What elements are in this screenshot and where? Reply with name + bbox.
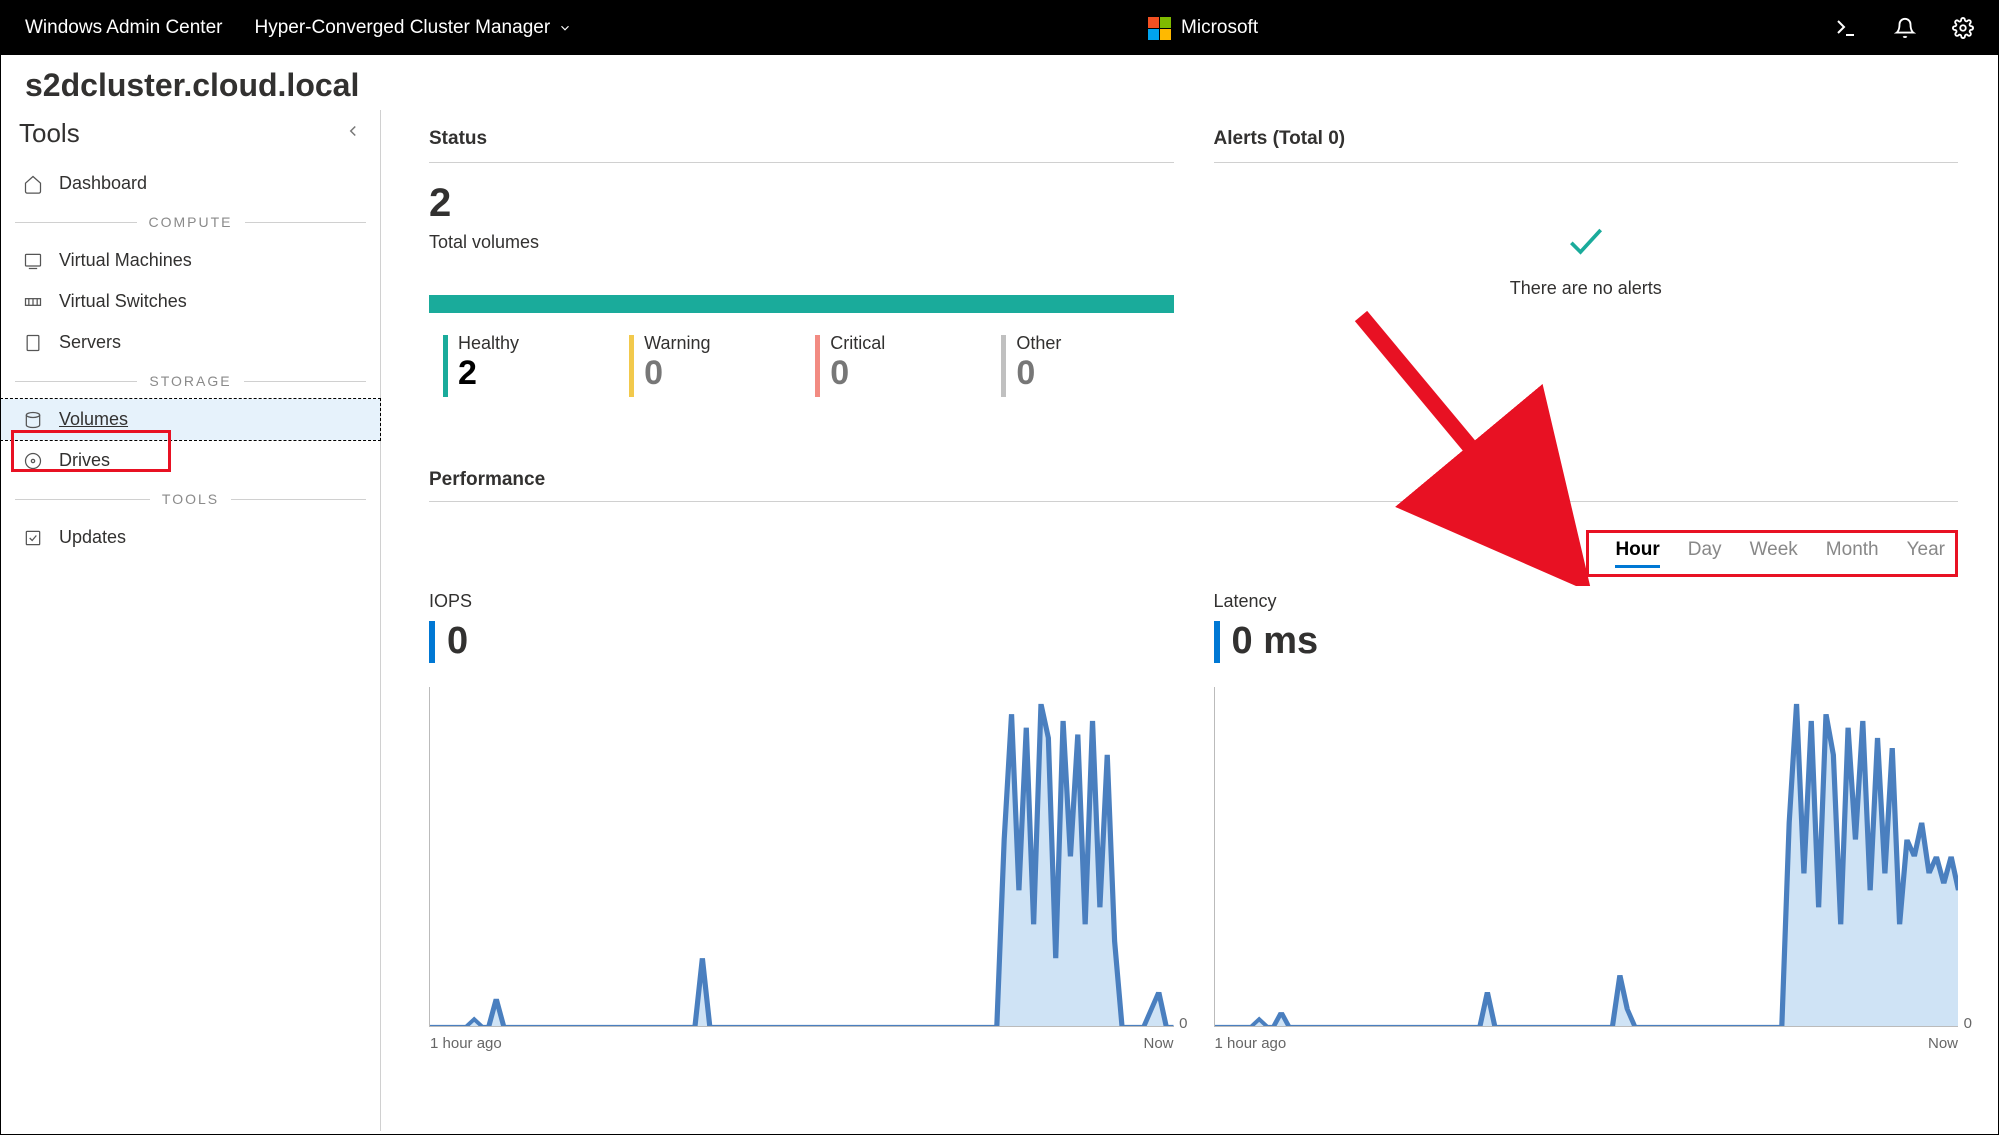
sidebar: Tools Dashboard COMPUTE Virtual Machines… <box>1 110 381 1131</box>
microsoft-logo-icon <box>1148 17 1171 40</box>
sidebar-item-updates[interactable]: Updates <box>1 517 380 558</box>
section-tools: TOOLS <box>1 491 380 507</box>
time-range-tabs: Hour Day Week Month Year <box>1586 530 1958 577</box>
status-cell-warning: Warning0 <box>615 333 801 397</box>
sidebar-item-label: Drives <box>59 450 110 471</box>
latency-value: 0 ms <box>1232 620 1319 663</box>
status-cell-healthy: Healthy2 <box>429 333 615 397</box>
x-axis-end: Now <box>1928 1035 1958 1052</box>
sidebar-item-label: Volumes <box>59 409 128 430</box>
section-compute: COMPUTE <box>1 214 380 230</box>
home-icon <box>23 174 43 194</box>
main-content: Status 2 Total volumes Healthy2 Warning0… <box>381 110 1998 1131</box>
sidebar-item-label: Virtual Switches <box>59 291 187 312</box>
cluster-title: s2dcluster.cloud.local <box>1 55 1998 110</box>
sidebar-item-label: Servers <box>59 332 121 353</box>
iops-label: IOPS <box>429 591 1174 612</box>
tab-hour[interactable]: Hour <box>1615 539 1659 568</box>
check-icon <box>1564 219 1608 263</box>
topbar: Windows Admin Center Hyper-Converged Clu… <box>1 1 1998 55</box>
metric-accent-bar <box>429 621 435 663</box>
alerts-title: Alerts (Total 0) <box>1214 128 1959 163</box>
iops-panel: IOPS 0 0 1 hour ago Now <box>429 577 1174 1027</box>
x-axis-start: 1 hour ago <box>1215 1035 1287 1052</box>
sidebar-item-dashboard[interactable]: Dashboard <box>1 163 380 204</box>
drive-icon <box>23 451 43 471</box>
tab-week[interactable]: Week <box>1750 539 1798 568</box>
vm-icon <box>23 251 43 271</box>
iops-chart: 0 1 hour ago Now <box>429 687 1174 1027</box>
status-bar <box>429 295 1174 313</box>
x-axis-end: Now <box>1143 1035 1173 1052</box>
settings-gear-icon[interactable] <box>1952 17 1974 39</box>
notification-bell-icon[interactable] <box>1894 17 1916 39</box>
server-icon <box>23 333 43 353</box>
terminal-icon[interactable] <box>1834 16 1858 40</box>
brand: Microsoft <box>572 17 1834 40</box>
section-storage: STORAGE <box>1 373 380 389</box>
status-cell-other: Other0 <box>987 333 1173 397</box>
status-cell-critical: Critical0 <box>801 333 987 397</box>
volume-icon <box>23 410 43 430</box>
x-axis-start: 1 hour ago <box>430 1035 502 1052</box>
status-total-label: Total volumes <box>429 232 1174 253</box>
tools-header: Tools <box>19 118 80 149</box>
context-label: Hyper-Converged Cluster Manager <box>254 17 550 39</box>
annotation-arrow <box>1341 296 1601 586</box>
sidebar-item-virtual-machines[interactable]: Virtual Machines <box>1 240 380 281</box>
chevron-left-icon <box>344 122 362 140</box>
tab-month[interactable]: Month <box>1826 539 1879 568</box>
sidebar-item-servers[interactable]: Servers <box>1 322 380 363</box>
sidebar-item-label: Dashboard <box>59 173 147 194</box>
sidebar-item-label: Updates <box>59 527 126 548</box>
latency-panel: Latency 0 ms 0 1 hour ago Now <box>1214 577 1959 1027</box>
sidebar-item-virtual-switches[interactable]: Virtual Switches <box>1 281 380 322</box>
chevron-down-icon <box>558 21 572 35</box>
brand-text: Microsoft <box>1181 17 1258 39</box>
tab-day[interactable]: Day <box>1688 539 1722 568</box>
updates-icon <box>23 528 43 548</box>
product-name[interactable]: Windows Admin Center <box>25 17 222 39</box>
latency-chart: 0 1 hour ago Now <box>1214 687 1959 1027</box>
sidebar-item-label: Virtual Machines <box>59 250 192 271</box>
y-axis-zero: 0 <box>1964 1015 1972 1032</box>
latency-label: Latency <box>1214 591 1959 612</box>
performance-title: Performance <box>429 469 1958 502</box>
status-panel: Status 2 Total volumes Healthy2 Warning0… <box>429 128 1174 397</box>
sidebar-item-volumes[interactable]: Volumes <box>1 399 380 440</box>
switch-icon <box>23 292 43 312</box>
status-total: 2 <box>429 181 1174 226</box>
y-axis-zero: 0 <box>1179 1015 1187 1032</box>
metric-accent-bar <box>1214 621 1220 663</box>
sidebar-item-drives[interactable]: Drives <box>1 440 380 481</box>
status-title: Status <box>429 128 1174 163</box>
context-dropdown[interactable]: Hyper-Converged Cluster Manager <box>254 17 572 39</box>
iops-value: 0 <box>447 620 468 663</box>
collapse-sidebar-button[interactable] <box>344 122 362 146</box>
tab-year[interactable]: Year <box>1907 539 1945 568</box>
